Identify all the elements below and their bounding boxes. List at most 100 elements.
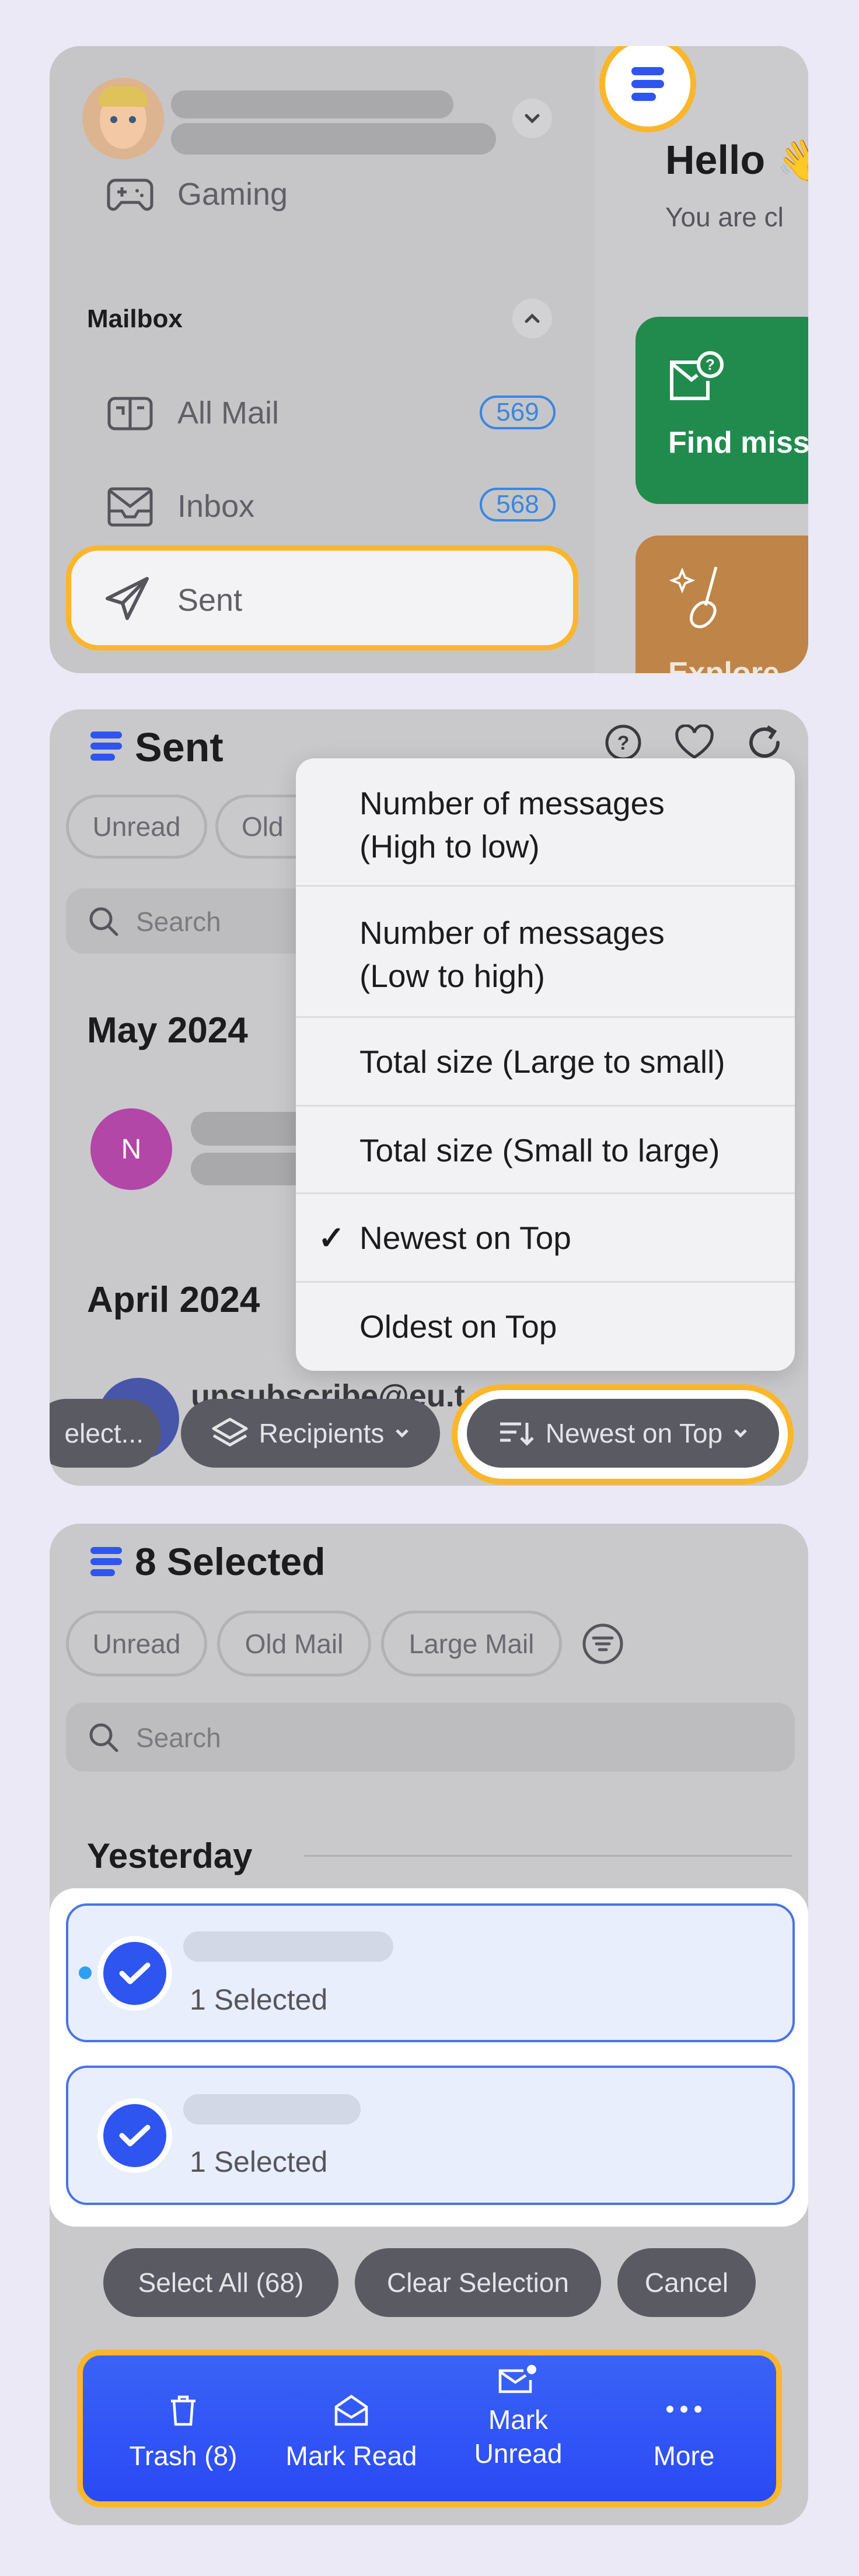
count-badge: 569 xyxy=(480,396,556,429)
heart-icon[interactable] xyxy=(674,724,715,761)
count-badge: 568 xyxy=(480,488,556,522)
recipients-button[interactable]: Recipients xyxy=(181,1399,440,1468)
mailbox-section-title: Mailbox xyxy=(87,304,183,333)
mark-unread-button[interactable]: Mark Unread xyxy=(437,2356,600,2501)
account-email-placeholder xyxy=(171,123,496,155)
svg-text:?: ? xyxy=(706,356,715,373)
account-name-placeholder xyxy=(171,90,453,118)
sort-option-size-small-large[interactable]: Total size (Small to large) xyxy=(296,1107,795,1194)
more-icon xyxy=(666,2406,701,2413)
inbox-icon xyxy=(107,487,153,527)
refresh-icon[interactable] xyxy=(745,723,784,762)
greeting-title: Hello 👋 xyxy=(665,137,808,183)
avatar[interactable] xyxy=(82,78,164,159)
button-label: Mark Read xyxy=(285,2441,417,2471)
divider xyxy=(304,1855,792,1857)
sender-placeholder xyxy=(183,1931,393,1962)
card-label: Explore xyxy=(668,656,780,673)
chevron-down-icon xyxy=(734,1429,747,1438)
search-placeholder: Search xyxy=(136,907,221,937)
page-title: Sent xyxy=(135,724,224,770)
clear-selection-button[interactable]: Clear Selection xyxy=(355,2248,601,2317)
help-icon[interactable]: ? xyxy=(604,723,642,762)
mailbox-collapse-chevron-up-icon[interactable] xyxy=(512,299,552,338)
button-label: Mark Unread xyxy=(474,2404,563,2469)
mail-question-icon: ? xyxy=(670,351,724,400)
filter-icon[interactable] xyxy=(582,1623,624,1665)
checkbox-checked[interactable] xyxy=(97,1936,172,2011)
mail-row[interactable]: 1 Selected xyxy=(66,2066,795,2205)
action-toolbar: Trash (8) Mark Read Mark Unread More xyxy=(77,2350,782,2507)
envelope-open-icon xyxy=(334,2395,368,2426)
menu-icon[interactable] xyxy=(90,732,123,761)
search-icon xyxy=(89,1723,118,1752)
button-label: elect... xyxy=(64,1418,144,1448)
select-all-button[interactable]: Select All (68) xyxy=(103,2248,338,2317)
all-mail-icon xyxy=(107,397,153,430)
menu-icon xyxy=(631,67,664,75)
svg-text:?: ? xyxy=(617,732,630,754)
group-header: May 2024 xyxy=(87,1010,248,1051)
greeting-subtitle: You are cl xyxy=(665,202,784,232)
card-label: Find miss xyxy=(668,426,808,460)
trash-button[interactable]: Trash (8) xyxy=(102,2356,265,2501)
checkmark-icon xyxy=(119,2124,151,2147)
avatar: N xyxy=(90,1108,172,1190)
cancel-button[interactable]: Cancel xyxy=(617,2248,756,2317)
find-missing-card[interactable]: ? Find miss xyxy=(635,317,808,504)
menu-item-label: Newest on Top xyxy=(359,1220,571,1256)
filter-chip-unread[interactable]: Unread xyxy=(66,1611,207,1676)
filter-chip-unread[interactable]: Unread xyxy=(66,794,207,859)
sidebar-item-label: All Mail xyxy=(177,396,280,430)
menu-item-label: Number of messages (Low to high) xyxy=(359,915,665,995)
checkbox-checked[interactable] xyxy=(97,2098,172,2173)
explore-card[interactable]: Explore xyxy=(635,536,808,673)
checkmark-icon xyxy=(119,1962,151,1985)
button-label: More xyxy=(653,2441,715,2471)
mail-row[interactable]: 1 Selected xyxy=(66,1903,795,2042)
menu-item-label: Total size (Large to small) xyxy=(359,1044,725,1080)
group-header: April 2024 xyxy=(87,1280,260,1320)
sort-button[interactable]: Newest on Top xyxy=(467,1399,779,1468)
sort-option-size-large-small[interactable]: Total size (Large to small) xyxy=(296,1018,795,1107)
menu-icon[interactable] xyxy=(90,1547,123,1576)
search-icon xyxy=(89,907,118,936)
select-button[interactable]: elect... xyxy=(50,1399,161,1468)
chevron-down-icon xyxy=(396,1429,409,1438)
mark-read-button[interactable]: Mark Read xyxy=(270,2356,433,2501)
filter-chip-large-mail[interactable]: Large Mail xyxy=(381,1611,562,1676)
group-header: Yesterday xyxy=(87,1836,253,1875)
sort-menu: Number of messages (High to low) Number … xyxy=(296,758,795,1371)
sort-option-newest-on-top[interactable]: ✓ Newest on Top xyxy=(296,1194,795,1283)
unread-dot xyxy=(79,1966,92,1979)
selected-rows-highlight: 1 Selected 1 Selected xyxy=(50,1888,808,2227)
menu-item-label: Oldest on Top xyxy=(359,1308,557,1345)
envelope-dot-icon xyxy=(498,2365,536,2393)
sort-option-messages-high-low[interactable]: Number of messages (High to low) xyxy=(296,758,795,887)
row-status: 1 Selected xyxy=(190,1983,328,2016)
paper-plane-icon xyxy=(106,577,149,620)
button-label: Recipients xyxy=(259,1418,385,1448)
sidebar-item-label: Inbox xyxy=(177,489,255,524)
sort-option-messages-low-high[interactable]: Number of messages (Low to high) xyxy=(296,887,795,1018)
account-chevron-down-icon[interactable] xyxy=(512,99,552,138)
trash-icon xyxy=(171,2395,195,2426)
search-input[interactable]: Search xyxy=(66,1703,795,1772)
selection-panel: 8 Selected Unread Old Mail Large Mail Se… xyxy=(50,1524,808,2525)
sparkle-broom-icon xyxy=(669,566,718,628)
menu-item-label: Number of messages (High to low) xyxy=(359,785,665,865)
sent-panel: Sent ? Unread Old Search May 2024 N Apri… xyxy=(50,709,808,1486)
sidebar-item-sent[interactable]: Sent xyxy=(66,545,578,650)
layers-icon xyxy=(212,1418,248,1447)
checkmark-icon: ✓ xyxy=(318,1220,345,1256)
row-status: 1 Selected xyxy=(190,2146,328,2178)
sender-placeholder xyxy=(183,2094,361,2124)
filter-chip-old-mail[interactable]: Old Mail xyxy=(217,1611,371,1676)
sidebar-item-label: Sent xyxy=(177,583,243,618)
sort-option-oldest-on-top[interactable]: Oldest on Top xyxy=(296,1283,795,1371)
page-title: 8 Selected xyxy=(135,1540,326,1583)
sidebar-item-label: Gaming xyxy=(177,177,288,212)
sort-descending-icon xyxy=(500,1422,534,1446)
more-button[interactable]: More xyxy=(602,2356,766,2501)
gamepad-icon xyxy=(107,178,153,211)
